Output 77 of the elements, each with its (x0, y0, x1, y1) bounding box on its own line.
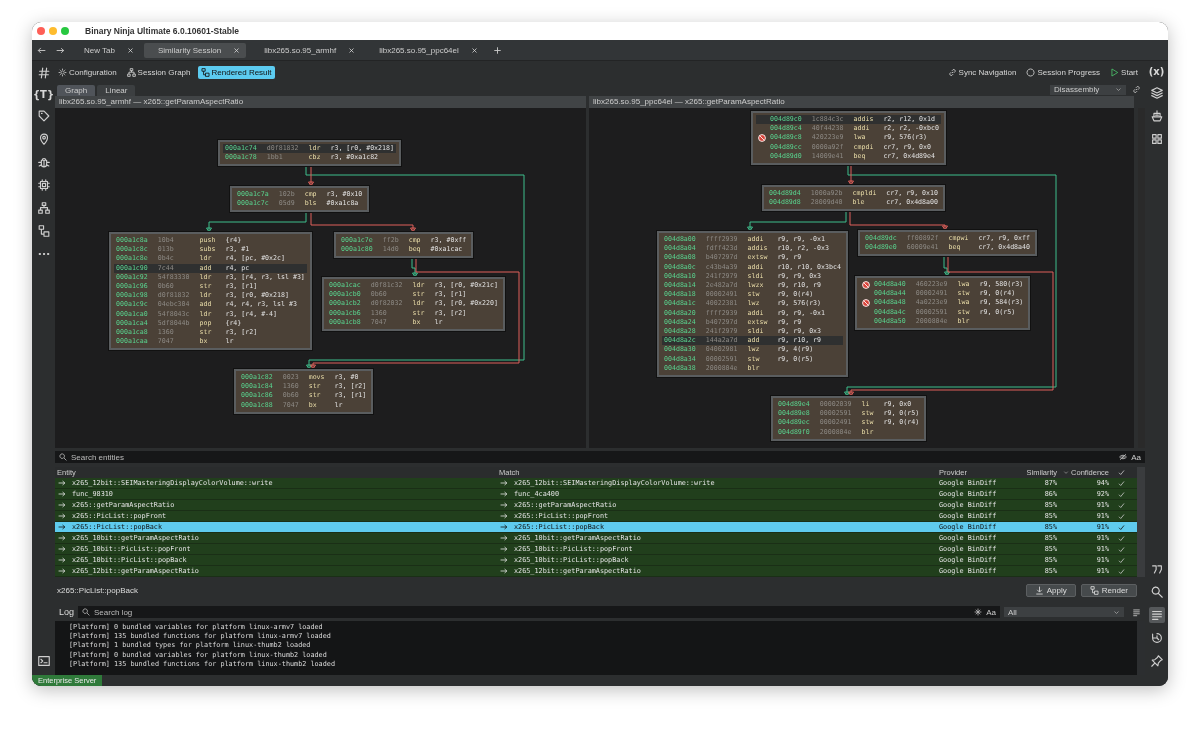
caret-icon (1113, 608, 1120, 616)
log-filter-dropdown[interactable]: All (1004, 607, 1124, 617)
types-button[interactable]: {T} (32, 88, 56, 101)
match-case-toggle[interactable]: Aa (1131, 452, 1141, 462)
arrow-icon (500, 567, 508, 575)
arrow-icon (58, 501, 66, 509)
toolbar-button[interactable]: Sync Navigation (944, 65, 1020, 79)
toolbar-button[interactable]: Configuration (55, 65, 120, 79)
match-case-toggle[interactable]: Aa (986, 607, 996, 617)
toolbar-button[interactable]: Session Graph (123, 65, 194, 79)
view-mode-dropdown[interactable]: Disassembly (1050, 84, 1126, 95)
back-icon[interactable] (37, 45, 46, 55)
tab[interactable]: libx265.so.95_armhf (250, 42, 362, 58)
scrollbar[interactable] (1137, 467, 1145, 577)
arrow-icon (500, 545, 508, 553)
caret-icon (1115, 86, 1122, 93)
view-tab[interactable]: Graph (57, 85, 96, 96)
check-icon (1117, 469, 1125, 476)
tab[interactable]: Similarity Session (144, 42, 247, 58)
close-icon[interactable] (348, 46, 356, 54)
graph-title: libx265.so.95_ppc64el — x265::getParamAspectRatio (589, 96, 1134, 108)
arrow-icon (500, 490, 508, 498)
link-icon[interactable] (1132, 85, 1141, 94)
arrow-icon (58, 545, 66, 553)
plus-icon[interactable] (492, 45, 502, 55)
sort-caret-icon (1063, 469, 1070, 476)
arrow-icon (58, 523, 66, 531)
arrow-icon (58, 479, 66, 487)
window-title: Binary Ninja Ultimate 6.0.10601-Stable (85, 26, 239, 36)
layers-icon[interactable] (1148, 85, 1165, 101)
pushpin-icon[interactable] (1148, 653, 1165, 669)
action-button[interactable]: Render (1080, 583, 1137, 597)
window-close-control[interactable] (37, 27, 45, 35)
play-icon (1110, 67, 1120, 77)
branch-boxes-icon (200, 67, 210, 77)
settings-icon (58, 67, 67, 77)
terminal-icon[interactable] (35, 653, 52, 669)
link-icon (947, 67, 957, 77)
close-icon[interactable] (127, 46, 134, 54)
graph-title: libx265.so.95_armhf — x265::getParamAspectRatio (55, 96, 586, 108)
close-icon[interactable] (470, 46, 478, 54)
arrow-icon (500, 512, 508, 520)
arrow-icon (500, 501, 508, 509)
toolbar-button[interactable]: Session Progress (1023, 65, 1104, 79)
arrow-icon (500, 479, 508, 487)
arrow-icon (500, 534, 508, 542)
menu-icon[interactable] (1132, 607, 1141, 617)
branch-boxes-icon (1089, 585, 1099, 595)
tab[interactable]: libx265.so.95_ppc64el (365, 42, 484, 58)
view-tab[interactable]: Linear (97, 85, 136, 96)
search-icon (82, 608, 91, 616)
close-icon[interactable] (233, 46, 241, 54)
arrow-icon (58, 490, 66, 498)
toolbar-button[interactable]: Start (1107, 65, 1141, 79)
variables-button[interactable]: (x) (1147, 65, 1166, 78)
arrow-icon (500, 523, 508, 531)
search-field[interactable]: Search log Aa (78, 606, 1000, 618)
hierarchy-icon[interactable] (35, 200, 52, 216)
arrow-icon (58, 567, 66, 575)
tab[interactable]: New Tab (70, 42, 140, 58)
arrow-icon (58, 556, 66, 564)
sparkle-icon[interactable] (974, 608, 983, 616)
list-icon[interactable] (1148, 607, 1165, 623)
arrow-icon (58, 534, 66, 542)
arrow-icon (500, 556, 508, 564)
search-icon (59, 453, 67, 461)
action-button[interactable]: Apply (1025, 583, 1076, 597)
download-icon (1034, 585, 1044, 595)
chip-icon[interactable] (35, 177, 52, 193)
search-field[interactable]: Search entities Aa (55, 451, 1145, 463)
toolbar-button[interactable]: Rendered Result (197, 65, 275, 79)
hierarchy-icon (126, 67, 136, 77)
selected-function: x265::PicList::popBack (57, 585, 138, 595)
forward-icon[interactable] (56, 45, 65, 55)
log-title: Log (58, 607, 75, 617)
hide-icon[interactable] (1119, 453, 1128, 461)
arrow-icon (58, 512, 66, 520)
